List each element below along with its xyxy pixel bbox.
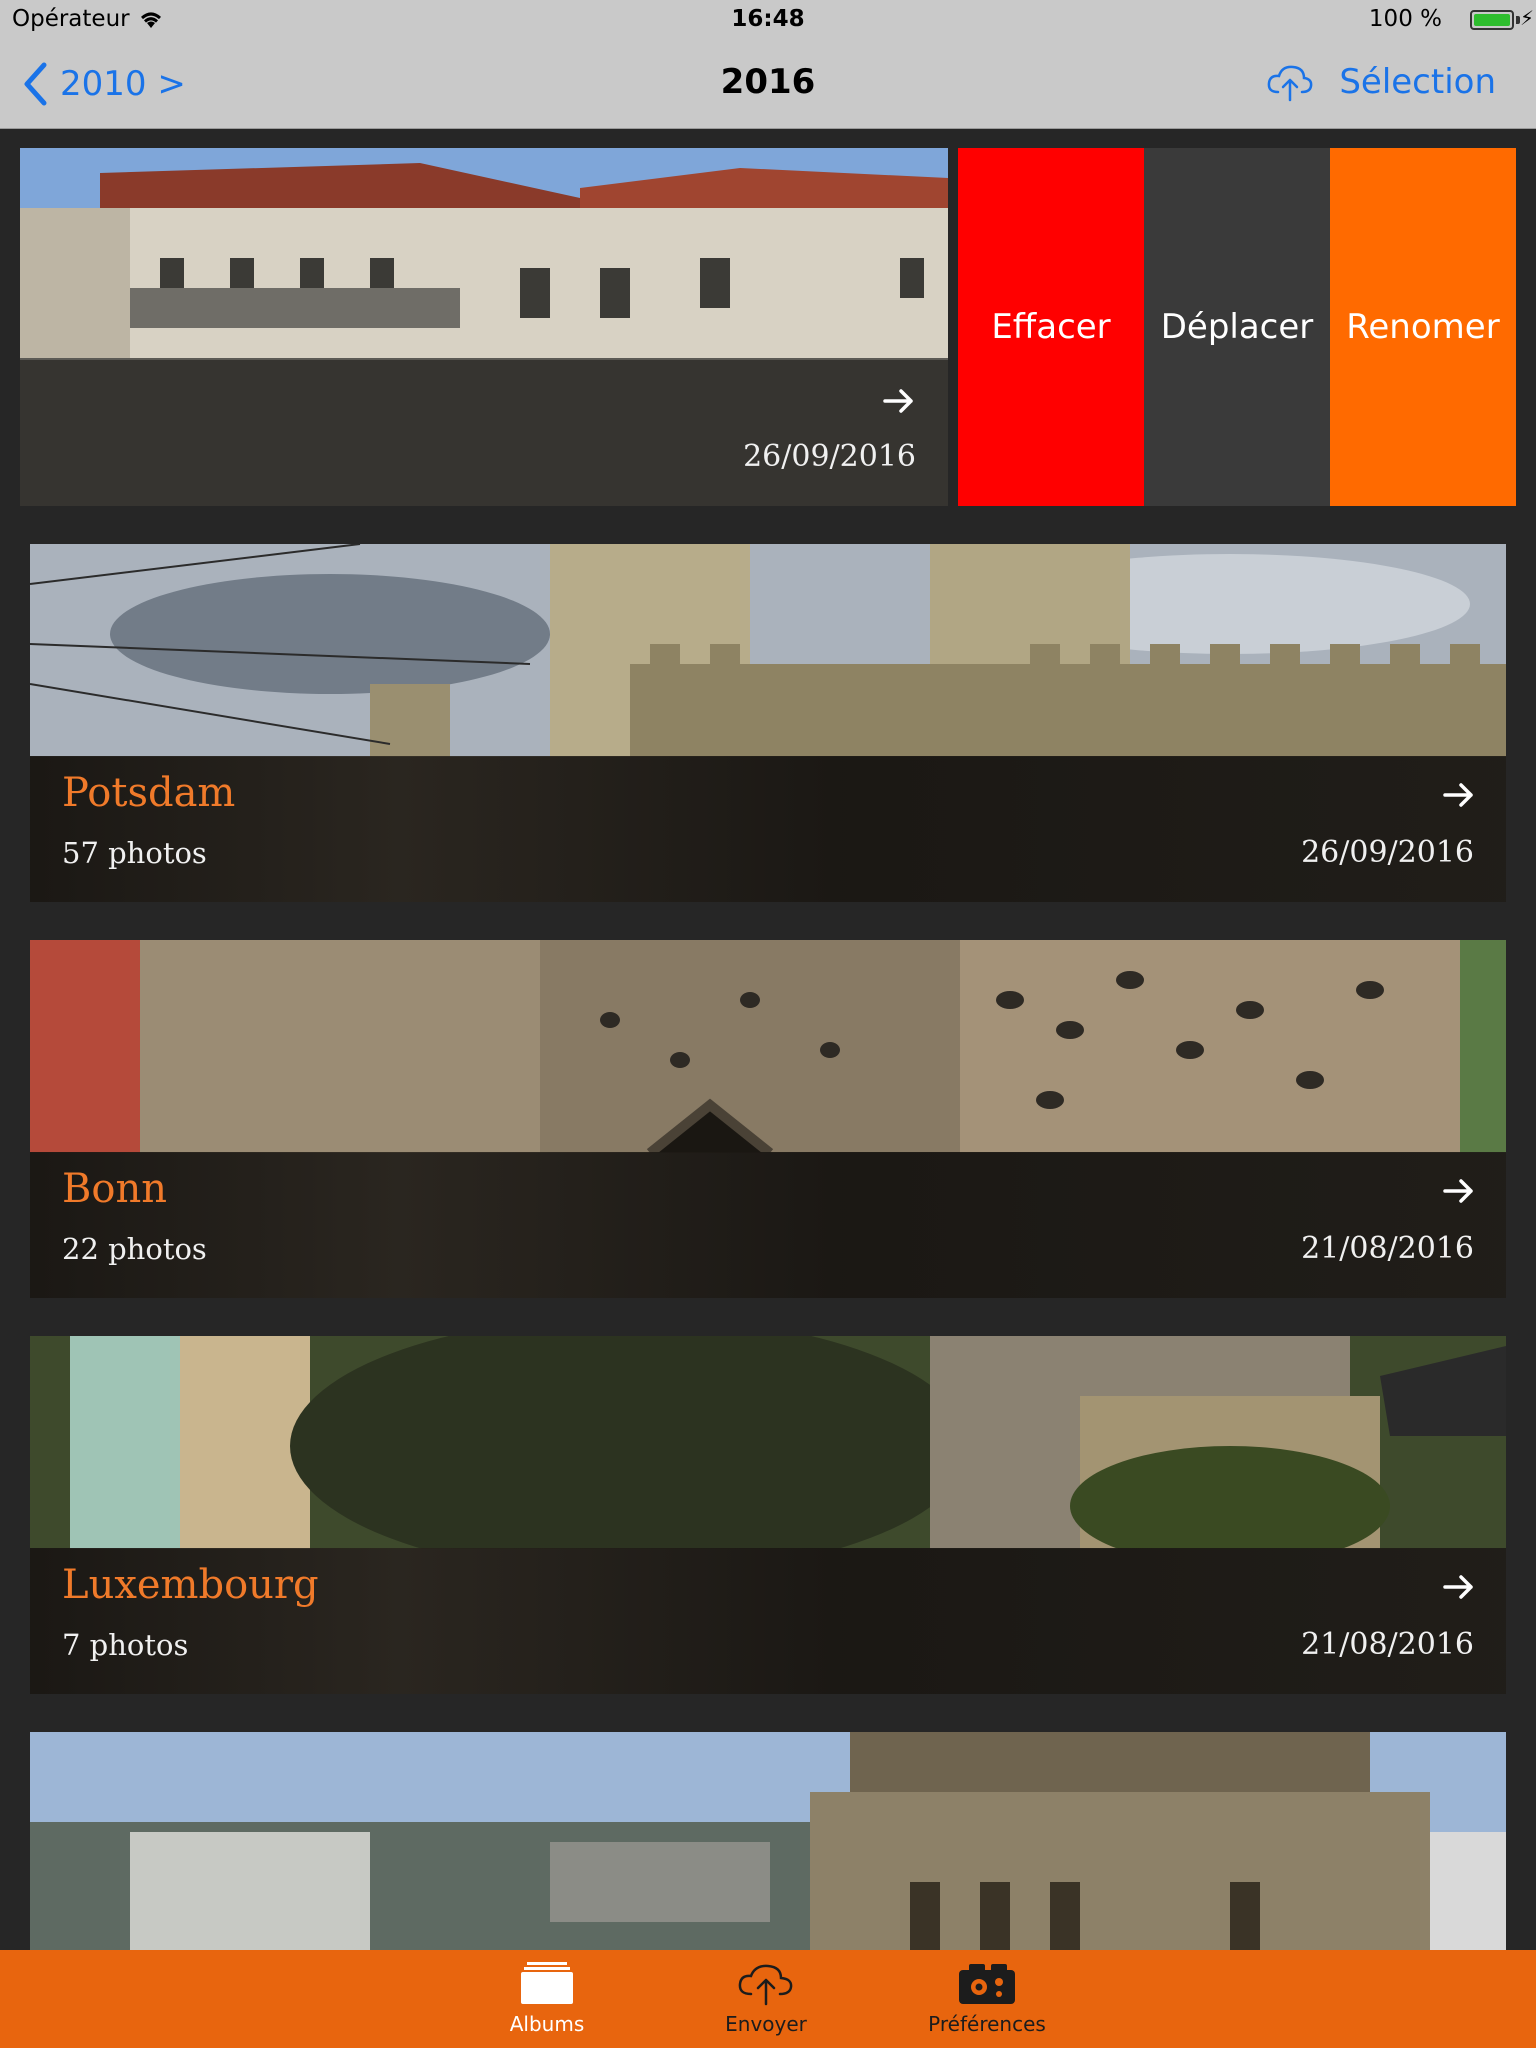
settings-camera-icon	[959, 1964, 1015, 2004]
tab-label: Envoyer	[725, 2012, 807, 2036]
album-date: 26/09/2016	[743, 439, 916, 474]
album-card-bonn[interactable]: Bonn 22 photos 21/08/2016	[30, 940, 1506, 1298]
arrow-right-icon[interactable]	[882, 384, 916, 418]
album-name: Potsdam	[62, 770, 236, 816]
arrow-right-icon[interactable]	[1442, 1570, 1476, 1604]
tab-preferences[interactable]: Préférences	[897, 1962, 1077, 2036]
top-bar: Opérateur 16:48 100 % ⚡ 2010 > 2016 Séle…	[0, 0, 1536, 129]
album-photo	[30, 544, 1506, 757]
upload-cloud-icon[interactable]	[1266, 62, 1314, 102]
clock: 16:48	[731, 6, 805, 32]
battery-percentage: 100 %	[1368, 6, 1442, 32]
charging-icon: ⚡	[1519, 6, 1534, 30]
upload-cloud-icon	[738, 1964, 793, 2006]
album-info-band: 26/09/2016	[20, 360, 948, 506]
albums-icon	[521, 1962, 573, 2004]
tab-label: Albums	[509, 2012, 585, 2036]
album-card-potsdam[interactable]: Potsdam 57 photos 26/09/2016	[30, 544, 1506, 902]
album-card-luxembourg[interactable]: Luxembourg 7 photos 21/08/2016	[30, 1336, 1506, 1694]
album-photo-count: 57 photos	[62, 836, 207, 870]
delete-button[interactable]: Effacer	[958, 148, 1144, 506]
album-photo	[30, 940, 1506, 1153]
album-info-band: Potsdam 57 photos 26/09/2016	[30, 756, 1506, 902]
album-name: Bonn	[62, 1166, 167, 1212]
album-name: Luxembourg	[62, 1562, 319, 1608]
album-card-partial[interactable]	[30, 1732, 1506, 1950]
album-photo	[30, 1336, 1506, 1549]
album-info-band: Luxembourg 7 photos 21/08/2016	[30, 1548, 1506, 1694]
arrow-right-icon[interactable]	[1442, 778, 1476, 812]
status-bar: Opérateur 16:48 100 % ⚡	[0, 0, 1536, 40]
album-card-swiped[interactable]: 26/09/2016	[20, 148, 948, 506]
move-button[interactable]: Déplacer	[1144, 148, 1330, 506]
arrow-right-icon[interactable]	[1442, 1174, 1476, 1208]
tab-envoyer[interactable]: Envoyer	[676, 1962, 856, 2036]
album-date: 21/08/2016	[1301, 1627, 1474, 1662]
album-photo	[30, 1732, 1506, 1950]
rename-button[interactable]: Renomer	[1330, 148, 1516, 506]
album-date: 21/08/2016	[1301, 1231, 1474, 1266]
album-photo-count: 22 photos	[62, 1232, 207, 1266]
tab-albums[interactable]: Albums	[457, 1962, 637, 2036]
selection-button[interactable]: Sélection	[1339, 62, 1496, 102]
navigation-bar: 2010 > 2016 Sélection	[0, 40, 1536, 128]
tab-label: Préférences	[928, 2012, 1046, 2036]
tab-bar: Albums Envoyer Préférences	[0, 1950, 1536, 2048]
album-date: 26/09/2016	[1301, 835, 1474, 870]
battery-icon	[1470, 10, 1514, 30]
album-photo-count: 7 photos	[62, 1628, 189, 1662]
album-info-band: Bonn 22 photos 21/08/2016	[30, 1152, 1506, 1298]
